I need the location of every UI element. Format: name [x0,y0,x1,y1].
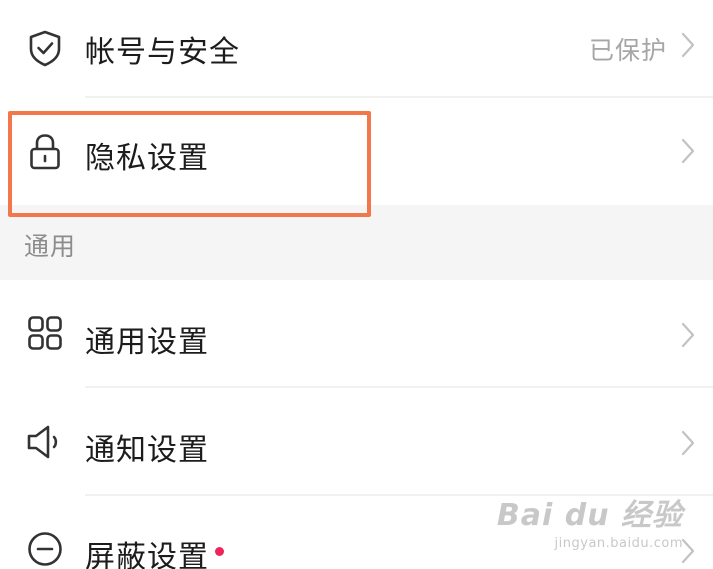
chevron-right-icon [679,30,697,60]
speaker-icon [24,421,66,463]
privacy-settings-row[interactable]: 隐私设置 [0,98,713,205]
notification-settings-label: 通知设置 [85,433,209,468]
general-settings-label: 通用设置 [85,325,209,360]
shield-check-icon [24,27,66,69]
minus-circle-icon [24,528,66,569]
notification-settings-row[interactable]: 通知设置 [0,388,713,494]
account-security-label: 帐号与安全 [85,35,240,70]
privacy-settings-label: 隐私设置 [85,141,209,176]
lock-icon [24,131,66,173]
general-settings-row[interactable]: 通用设置 [0,280,713,386]
block-settings-label: 屏蔽设置 [85,532,224,569]
section-title: 通用 [24,232,77,261]
settings-screen: 帐号与安全 已保护 隐私设置 通用 通用设置 通知设置 屏蔽设置 Bai du … [0,0,713,569]
chevron-right-icon [679,428,697,458]
grid-icon [24,312,66,354]
baidu-jingyan-watermark: Bai du 经验 jingyan.baidu.com [497,490,683,551]
watermark-url: jingyan.baidu.com [554,536,683,551]
section-header-general: 通用 [0,205,713,280]
notification-dot [215,547,224,556]
account-security-status: 已保护 [588,36,667,65]
chevron-right-icon [679,320,697,350]
account-security-row[interactable]: 帐号与安全 已保护 [0,0,713,96]
chevron-right-icon [679,136,697,166]
watermark-brand: Bai du 经验 [496,498,683,533]
